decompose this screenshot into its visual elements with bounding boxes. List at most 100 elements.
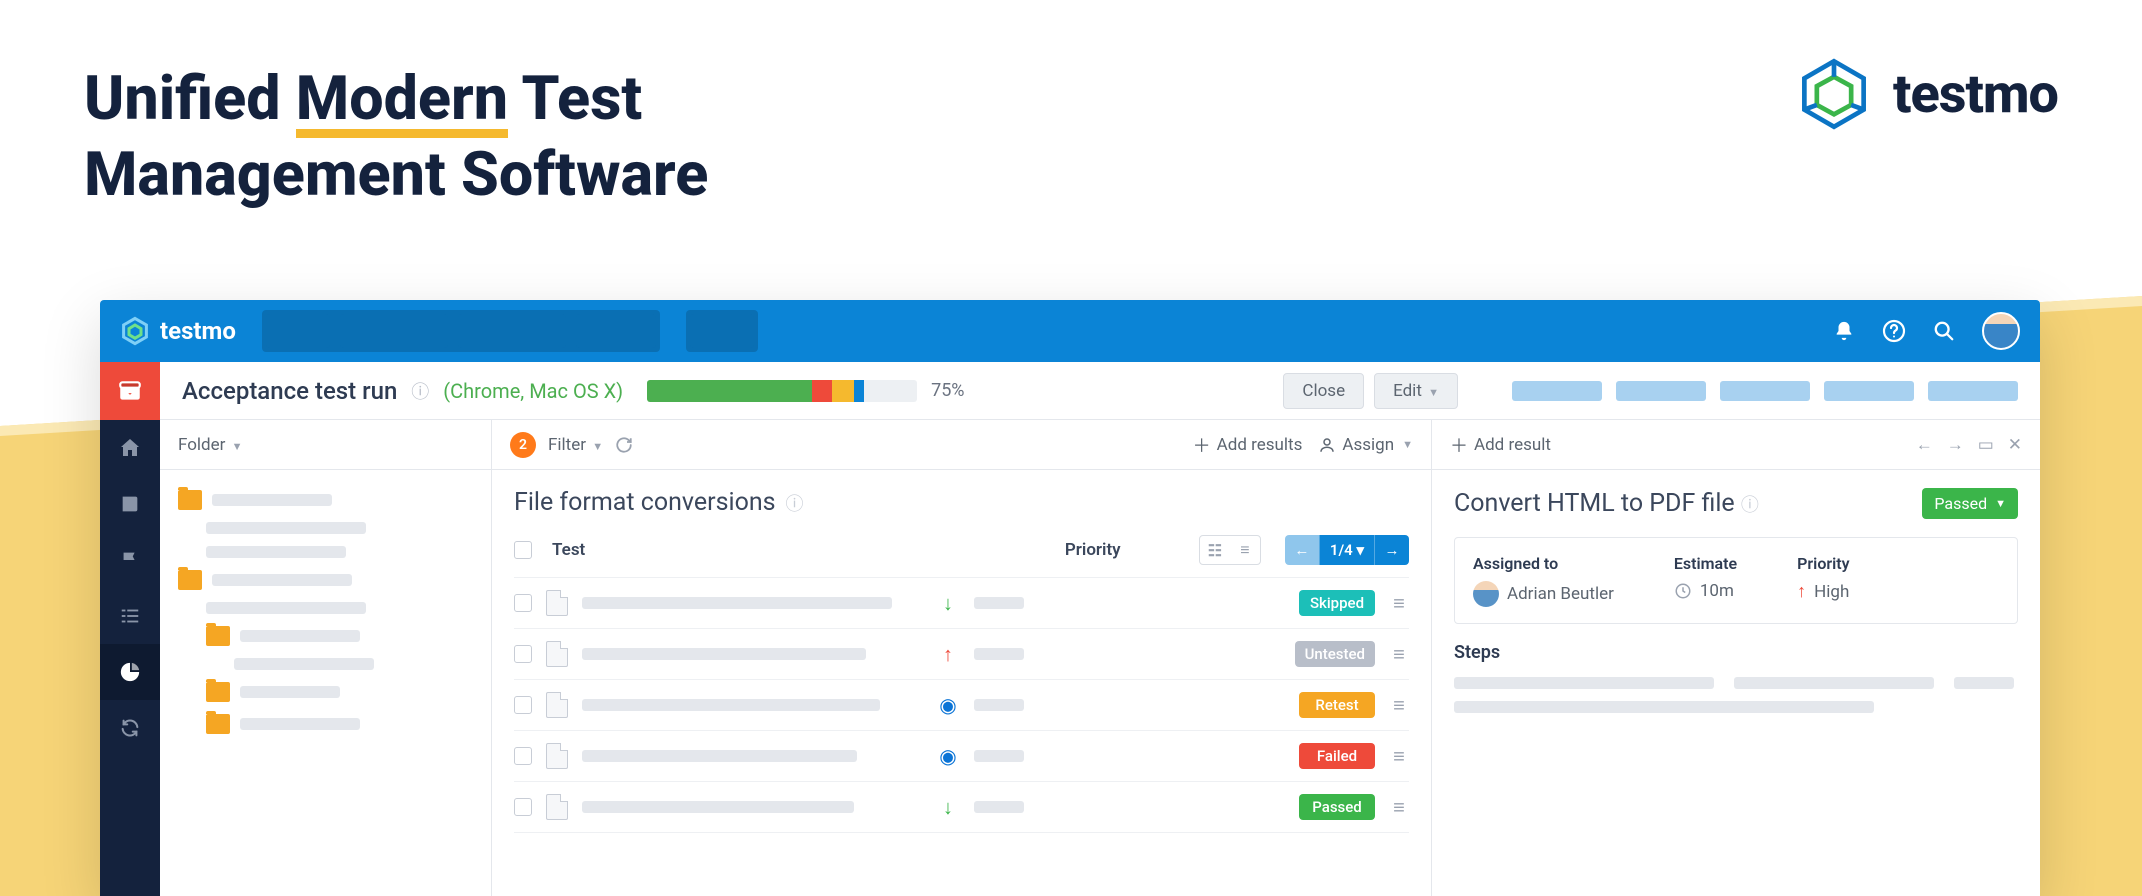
detail-meta: Assigned to Adrian Beutler Estimate 10m — [1454, 537, 2018, 624]
nav-item[interactable] — [458, 314, 566, 348]
folder-pane: Folder ▼ — [160, 420, 492, 896]
sidebar-item-runs[interactable] — [100, 588, 160, 644]
priority-icon: ↑ — [936, 642, 960, 667]
folder-item[interactable] — [178, 564, 473, 596]
folder-item[interactable] — [178, 620, 473, 652]
row-menu-icon[interactable]: ≡ — [1389, 591, 1409, 616]
nav-item[interactable] — [690, 314, 754, 348]
pager-next[interactable]: → — [1375, 535, 1409, 565]
help-icon[interactable] — [1882, 319, 1906, 343]
priority-label: Priority — [1797, 554, 1849, 573]
row-checkbox[interactable] — [514, 696, 532, 714]
select-all-checkbox[interactable] — [514, 541, 532, 559]
test-row[interactable]: ↓Passed≡ — [492, 786, 1431, 828]
detail-pane: ＋Add result ← → ▭ ✕ Convert HTML to PDF … — [1432, 420, 2040, 896]
filter-dropdown[interactable]: Filter ▼ — [548, 435, 603, 455]
steps-heading: Steps — [1454, 642, 2018, 663]
column-priority: Priority — [1065, 540, 1175, 560]
nav-forward-icon[interactable]: → — [1947, 435, 1964, 455]
folder-item[interactable] — [178, 676, 473, 708]
file-icon — [546, 743, 568, 769]
priority-icon: ◉ — [936, 744, 960, 768]
clock-icon — [1674, 582, 1692, 600]
row-checkbox[interactable] — [514, 594, 532, 612]
file-icon — [546, 590, 568, 616]
add-result-button[interactable]: ＋Add result — [1450, 432, 1551, 458]
sidebar-item-milestones[interactable] — [100, 532, 160, 588]
search-icon[interactable] — [1932, 319, 1956, 343]
run-context: (Chrome, Mac OS X) — [443, 379, 623, 403]
folder-item[interactable] — [178, 484, 473, 516]
status-badge: Passed — [1299, 794, 1375, 820]
arrow-up-icon: ↑ — [1797, 581, 1806, 602]
pager-page[interactable]: 1/4 ▾ — [1319, 535, 1375, 565]
add-results-button[interactable]: ＋Add results — [1193, 432, 1303, 458]
filter-count-badge: 2 — [510, 432, 536, 458]
sidebar-item-home[interactable] — [100, 420, 160, 476]
estimate-label: Estimate — [1674, 554, 1737, 573]
row-checkbox[interactable] — [514, 645, 532, 663]
nav-item[interactable] — [266, 314, 330, 348]
tab-placeholder[interactable] — [1824, 381, 1914, 401]
tab-placeholder[interactable] — [1928, 381, 2018, 401]
row-menu-icon[interactable]: ≡ — [1389, 642, 1409, 667]
topbar-logo[interactable]: testmo — [120, 316, 236, 346]
user-avatar[interactable] — [1982, 312, 2020, 350]
view-toggle[interactable]: ☷≡ — [1199, 535, 1261, 565]
folder-tree — [160, 470, 491, 754]
progress-percent: 75% — [931, 380, 964, 401]
assigned-label: Assigned to — [1473, 554, 1614, 573]
close-icon[interactable]: ✕ — [2008, 435, 2022, 455]
tab-placeholder[interactable] — [1616, 381, 1706, 401]
progress-bar — [647, 380, 917, 402]
folder-dropdown[interactable]: Folder ▼ — [178, 435, 243, 455]
detail-title: Convert HTML to PDF file ⓘ — [1454, 489, 1910, 518]
nav-item[interactable] — [340, 314, 448, 348]
row-menu-icon[interactable]: ≡ — [1389, 693, 1409, 718]
hero-heading: Unified Modern Test Management Software — [84, 60, 708, 213]
info-icon[interactable]: ⓘ — [411, 378, 429, 404]
status-dropdown[interactable]: Passed▼ — [1922, 488, 2018, 519]
test-row[interactable]: ↓Skipped≡ — [492, 582, 1431, 624]
nav-placeholder-group — [262, 310, 660, 352]
row-menu-icon[interactable]: ≡ — [1389, 744, 1409, 769]
sidebar-item-automation[interactable] — [100, 700, 160, 756]
topbar-brand-text: testmo — [160, 317, 236, 345]
priority-icon: ◉ — [936, 693, 960, 717]
run-header-bar: Acceptance test run ⓘ (Chrome, Mac OS X)… — [160, 362, 2040, 420]
folder-icon — [206, 714, 230, 734]
row-menu-icon[interactable]: ≡ — [1389, 795, 1409, 820]
test-row[interactable]: ◉Retest≡ — [492, 684, 1431, 726]
folder-item[interactable] — [178, 708, 473, 740]
status-badge: Untested — [1295, 641, 1375, 667]
folder-icon — [178, 570, 202, 590]
priority-value: ↑High — [1797, 581, 1849, 602]
row-checkbox[interactable] — [514, 798, 532, 816]
pager-prev[interactable]: ← — [1285, 535, 1319, 565]
maximize-icon[interactable]: ▭ — [1978, 435, 1994, 455]
nav-back-icon[interactable]: ← — [1916, 435, 1933, 455]
column-test: Test — [552, 540, 585, 560]
list-section-title: File format conversions ⓘ — [514, 488, 1409, 517]
sidebar-item-reports[interactable] — [100, 644, 160, 700]
run-title: Acceptance test run — [182, 377, 397, 405]
notifications-icon[interactable] — [1832, 319, 1856, 343]
test-row[interactable]: ↑ Untested ≡ — [492, 633, 1431, 675]
sidebar-item-library[interactable] — [100, 476, 160, 532]
folder-icon — [206, 682, 230, 702]
row-checkbox[interactable] — [514, 747, 532, 765]
assign-dropdown[interactable]: Assign ▼ — [1318, 435, 1413, 455]
nav-placeholder-group — [686, 310, 758, 352]
tab-placeholder[interactable] — [1720, 381, 1810, 401]
avatar-icon — [1473, 581, 1499, 607]
close-button[interactable]: Close — [1283, 373, 1364, 409]
tab-strip — [1512, 381, 2018, 401]
edit-button[interactable]: Edit ▼ — [1374, 373, 1458, 409]
cube-logo-icon — [1795, 55, 1873, 133]
tab-placeholder[interactable] — [1512, 381, 1602, 401]
test-row[interactable]: ◉Failed≡ — [492, 735, 1431, 777]
refresh-icon[interactable] — [615, 436, 633, 454]
sidebar-item-app[interactable] — [100, 362, 160, 420]
nav-item[interactable] — [576, 314, 656, 348]
assigned-value: Adrian Beutler — [1473, 581, 1614, 607]
